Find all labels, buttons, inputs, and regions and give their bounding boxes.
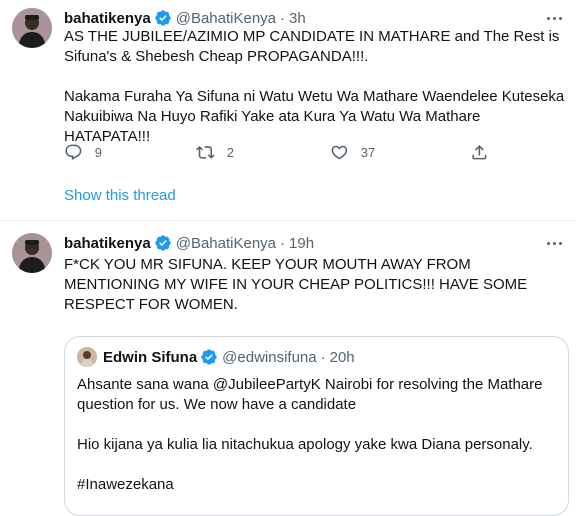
avatar[interactable]: [12, 8, 52, 48]
timestamp[interactable]: 19h: [289, 235, 314, 252]
like-button[interactable]: 37: [330, 140, 375, 164]
quoted-author-name: Edwin Sifuna: [103, 348, 198, 366]
tweet-paragraph: Nakama Furaha Ya Sifuna ni Watu Wetu Wa …: [64, 88, 565, 145]
separator: ·: [280, 9, 286, 27]
show-thread-link[interactable]: Show this thread: [64, 187, 176, 204]
share-icon: [472, 144, 487, 160]
quoted-hashtag[interactable]: #Inawezekana: [77, 475, 557, 495]
separator: ·: [280, 234, 286, 252]
quoted-avatar: [77, 347, 97, 367]
tweet[interactable]: bahatikenya @BahatiKenya · 3h AS THE JUB…: [0, 0, 576, 221]
more-icon[interactable]: [544, 233, 564, 253]
tweet-header: bahatikenya @BahatiKenya · 19h: [64, 233, 314, 253]
separator: ·: [320, 348, 326, 366]
action-bar: 9 2 37: [64, 140, 494, 164]
verified-badge-icon: [155, 235, 171, 251]
tweet-text: F*CK YOU MR SIFUNA. KEEP YOUR MOUTH AWAY…: [64, 255, 569, 315]
retweet-button[interactable]: 2: [196, 140, 234, 164]
verified-badge-icon: [201, 349, 217, 365]
tweet-paragraph: AS THE JUBILEE/AZIMIO MP CANDIDATE IN MA…: [64, 28, 560, 65]
quoted-paragraph: Hio kijana ya kulia lia nitachukua apolo…: [77, 436, 533, 453]
quoted-paragraph: Ahsante sana wana @JubileePartyK Nairobi…: [77, 376, 543, 413]
retweet-count: 2: [226, 144, 234, 160]
timestamp[interactable]: 3h: [289, 10, 306, 27]
like-icon: [331, 145, 348, 160]
tweet[interactable]: bahatikenya @BahatiKenya · 19h F*CK YOU …: [0, 221, 576, 516]
reply-count: 9: [94, 144, 102, 160]
reply-icon: [65, 144, 82, 160]
quoted-text: Ahsante sana wana @JubileePartyK Nairobi…: [77, 375, 557, 495]
verified-badge-icon: [155, 10, 171, 26]
quoted-header: Edwin Sifuna @edwinsifuna · 20h: [103, 347, 355, 367]
tweet-text: AS THE JUBILEE/AZIMIO MP CANDIDATE IN MA…: [64, 27, 569, 147]
author-handle[interactable]: @BahatiKenya: [176, 10, 276, 27]
quoted-timestamp: 20h: [329, 348, 355, 366]
quoted-tweet[interactable]: Edwin Sifuna @edwinsifuna · 20h Ahsante …: [64, 336, 569, 516]
reply-button[interactable]: 9: [64, 140, 102, 164]
avatar[interactable]: [12, 233, 52, 273]
tweet-paragraph: F*CK YOU MR SIFUNA. KEEP YOUR MOUTH AWAY…: [64, 256, 528, 313]
like-count: 37: [360, 144, 376, 160]
quoted-handle: @edwinsifuna: [222, 348, 317, 366]
author-name[interactable]: bahatikenya: [64, 235, 151, 252]
tweet-header: bahatikenya @BahatiKenya · 3h: [64, 8, 306, 28]
author-name[interactable]: bahatikenya: [64, 10, 151, 27]
share-button[interactable]: [470, 140, 489, 164]
retweet-icon: [196, 145, 215, 159]
more-icon[interactable]: [544, 8, 564, 28]
author-handle[interactable]: @BahatiKenya: [176, 235, 276, 252]
